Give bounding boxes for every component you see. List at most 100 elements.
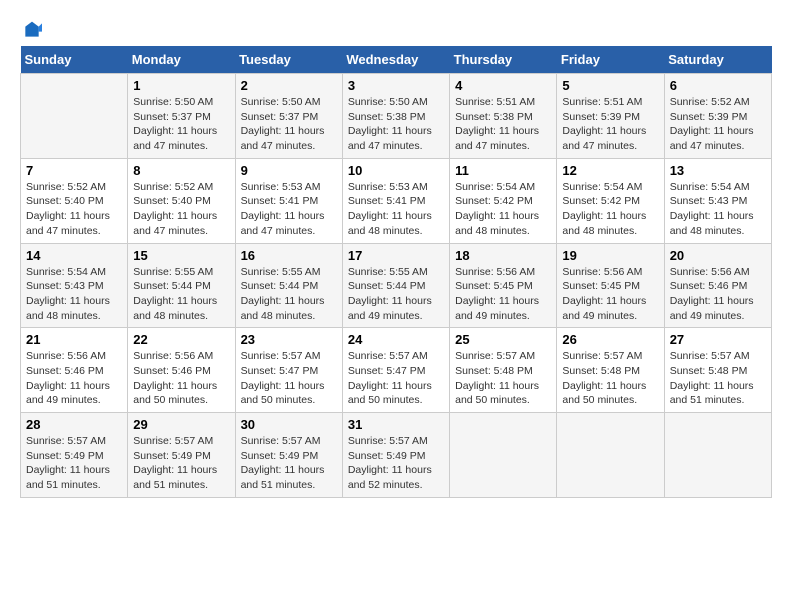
day-number: 22: [133, 332, 229, 347]
day-number: 1: [133, 78, 229, 93]
calendar-cell: 3 Sunrise: 5:50 AMSunset: 5:38 PMDaylight…: [342, 74, 449, 159]
day-info: Sunrise: 5:51 AMSunset: 5:38 PMDaylight:…: [455, 95, 551, 154]
day-info: Sunrise: 5:55 AMSunset: 5:44 PMDaylight:…: [241, 265, 337, 324]
day-info: Sunrise: 5:56 AMSunset: 5:46 PMDaylight:…: [133, 349, 229, 408]
calendar-cell: 19 Sunrise: 5:56 AMSunset: 5:45 PMDayligh…: [557, 243, 664, 328]
day-number: 20: [670, 248, 766, 263]
day-info: Sunrise: 5:57 AMSunset: 5:48 PMDaylight:…: [562, 349, 658, 408]
column-header-wednesday: Wednesday: [342, 46, 449, 74]
day-info: Sunrise: 5:57 AMSunset: 5:48 PMDaylight:…: [455, 349, 551, 408]
day-number: 14: [26, 248, 122, 263]
calendar-body: 1 Sunrise: 5:50 AMSunset: 5:37 PMDaylight…: [21, 74, 772, 498]
day-info: Sunrise: 5:57 AMSunset: 5:49 PMDaylight:…: [133, 434, 229, 493]
day-number: 29: [133, 417, 229, 432]
calendar-week-3: 14 Sunrise: 5:54 AMSunset: 5:43 PMDayligh…: [21, 243, 772, 328]
calendar-cell: 2 Sunrise: 5:50 AMSunset: 5:37 PMDaylight…: [235, 74, 342, 159]
logo-icon: [22, 20, 42, 40]
page-header: [20, 20, 772, 36]
calendar-cell: 12 Sunrise: 5:54 AMSunset: 5:42 PMDayligh…: [557, 158, 664, 243]
calendar-week-5: 28 Sunrise: 5:57 AMSunset: 5:49 PMDayligh…: [21, 413, 772, 498]
day-info: Sunrise: 5:57 AMSunset: 5:48 PMDaylight:…: [670, 349, 766, 408]
calendar-week-1: 1 Sunrise: 5:50 AMSunset: 5:37 PMDaylight…: [21, 74, 772, 159]
calendar-cell: 28 Sunrise: 5:57 AMSunset: 5:49 PMDayligh…: [21, 413, 128, 498]
day-number: 7: [26, 163, 122, 178]
calendar-cell: 22 Sunrise: 5:56 AMSunset: 5:46 PMDayligh…: [128, 328, 235, 413]
calendar-cell: 25Sunrise: 5:57 AMSunset: 5:48 PMDayligh…: [450, 328, 557, 413]
day-info: Sunrise: 5:54 AMSunset: 5:42 PMDaylight:…: [562, 180, 658, 239]
calendar-cell: 10 Sunrise: 5:53 AMSunset: 5:41 PMDayligh…: [342, 158, 449, 243]
day-number: 6: [670, 78, 766, 93]
day-number: 31: [348, 417, 444, 432]
day-info: Sunrise: 5:56 AMSunset: 5:45 PMDaylight:…: [562, 265, 658, 324]
day-info: Sunrise: 5:53 AMSunset: 5:41 PMDaylight:…: [348, 180, 444, 239]
day-number: 9: [241, 163, 337, 178]
day-info: Sunrise: 5:55 AMSunset: 5:44 PMDaylight:…: [348, 265, 444, 324]
day-number: 21: [26, 332, 122, 347]
calendar-cell: 17Sunrise: 5:55 AMSunset: 5:44 PMDayligh…: [342, 243, 449, 328]
calendar-cell: 23 Sunrise: 5:57 AMSunset: 5:47 PMDayligh…: [235, 328, 342, 413]
day-number: 10: [348, 163, 444, 178]
day-number: 23: [241, 332, 337, 347]
day-number: 19: [562, 248, 658, 263]
calendar-cell: 5 Sunrise: 5:51 AMSunset: 5:39 PMDaylight…: [557, 74, 664, 159]
day-info: Sunrise: 5:55 AMSunset: 5:44 PMDaylight:…: [133, 265, 229, 324]
day-info: Sunrise: 5:54 AMSunset: 5:43 PMDaylight:…: [26, 265, 122, 324]
day-info: Sunrise: 5:51 AMSunset: 5:39 PMDaylight:…: [562, 95, 658, 154]
calendar-cell: 13Sunrise: 5:54 AMSunset: 5:43 PMDayligh…: [664, 158, 771, 243]
day-info: Sunrise: 5:50 AMSunset: 5:38 PMDaylight:…: [348, 95, 444, 154]
day-info: Sunrise: 5:53 AMSunset: 5:41 PMDaylight:…: [241, 180, 337, 239]
day-number: 12: [562, 163, 658, 178]
calendar-cell: 1Sunrise: 5:50 AMSunset: 5:37 PMDaylight…: [128, 74, 235, 159]
calendar-cell: 4 Sunrise: 5:51 AMSunset: 5:38 PMDaylight…: [450, 74, 557, 159]
day-number: 24: [348, 332, 444, 347]
calendar-cell: 27Sunrise: 5:57 AMSunset: 5:48 PMDayligh…: [664, 328, 771, 413]
day-number: 18: [455, 248, 551, 263]
calendar-cell: 18 Sunrise: 5:56 AMSunset: 5:45 PMDayligh…: [450, 243, 557, 328]
column-header-sunday: Sunday: [21, 46, 128, 74]
day-info: Sunrise: 5:56 AMSunset: 5:45 PMDaylight:…: [455, 265, 551, 324]
calendar-week-2: 7 Sunrise: 5:52 AMSunset: 5:40 PMDaylight…: [21, 158, 772, 243]
calendar-cell: 14 Sunrise: 5:54 AMSunset: 5:43 PMDayligh…: [21, 243, 128, 328]
day-info: Sunrise: 5:57 AMSunset: 5:47 PMDaylight:…: [348, 349, 444, 408]
day-info: Sunrise: 5:52 AMSunset: 5:40 PMDaylight:…: [133, 180, 229, 239]
calendar-cell: 16 Sunrise: 5:55 AMSunset: 5:44 PMDayligh…: [235, 243, 342, 328]
day-number: 30: [241, 417, 337, 432]
column-header-thursday: Thursday: [450, 46, 557, 74]
calendar-cell: [557, 413, 664, 498]
day-number: 26: [562, 332, 658, 347]
day-number: 4: [455, 78, 551, 93]
calendar-cell: 20 Sunrise: 5:56 AMSunset: 5:46 PMDayligh…: [664, 243, 771, 328]
calendar-cell: 7Sunrise: 5:52 AMSunset: 5:40 PMDaylight…: [21, 158, 128, 243]
calendar-cell: 11 Sunrise: 5:54 AMSunset: 5:42 PMDayligh…: [450, 158, 557, 243]
column-header-saturday: Saturday: [664, 46, 771, 74]
calendar-cell: 24 Sunrise: 5:57 AMSunset: 5:47 PMDayligh…: [342, 328, 449, 413]
day-info: Sunrise: 5:54 AMSunset: 5:43 PMDaylight:…: [670, 180, 766, 239]
calendar-week-4: 21 Sunrise: 5:56 AMSunset: 5:46 PMDayligh…: [21, 328, 772, 413]
day-number: 8: [133, 163, 229, 178]
day-info: Sunrise: 5:57 AMSunset: 5:49 PMDaylight:…: [26, 434, 122, 493]
calendar-cell: 6 Sunrise: 5:52 AMSunset: 5:39 PMDaylight…: [664, 74, 771, 159]
day-info: Sunrise: 5:50 AMSunset: 5:37 PMDaylight:…: [241, 95, 337, 154]
calendar-cell: [664, 413, 771, 498]
day-number: 16: [241, 248, 337, 263]
day-number: 5: [562, 78, 658, 93]
calendar-cell: 21 Sunrise: 5:56 AMSunset: 5:46 PMDayligh…: [21, 328, 128, 413]
day-info: Sunrise: 5:52 AMSunset: 5:39 PMDaylight:…: [670, 95, 766, 154]
day-info: Sunrise: 5:56 AMSunset: 5:46 PMDaylight:…: [26, 349, 122, 408]
day-number: 15: [133, 248, 229, 263]
calendar-cell: [21, 74, 128, 159]
calendar-cell: 9 Sunrise: 5:53 AMSunset: 5:41 PMDaylight…: [235, 158, 342, 243]
logo: [20, 20, 42, 36]
day-info: Sunrise: 5:57 AMSunset: 5:47 PMDaylight:…: [241, 349, 337, 408]
day-number: 28: [26, 417, 122, 432]
column-header-monday: Monday: [128, 46, 235, 74]
day-number: 3: [348, 78, 444, 93]
day-info: Sunrise: 5:57 AMSunset: 5:49 PMDaylight:…: [348, 434, 444, 493]
day-info: Sunrise: 5:54 AMSunset: 5:42 PMDaylight:…: [455, 180, 551, 239]
calendar-cell: 8 Sunrise: 5:52 AMSunset: 5:40 PMDaylight…: [128, 158, 235, 243]
day-info: Sunrise: 5:56 AMSunset: 5:46 PMDaylight:…: [670, 265, 766, 324]
day-number: 2: [241, 78, 337, 93]
calendar-cell: 15 Sunrise: 5:55 AMSunset: 5:44 PMDayligh…: [128, 243, 235, 328]
day-number: 11: [455, 163, 551, 178]
calendar-cell: 26 Sunrise: 5:57 AMSunset: 5:48 PMDayligh…: [557, 328, 664, 413]
